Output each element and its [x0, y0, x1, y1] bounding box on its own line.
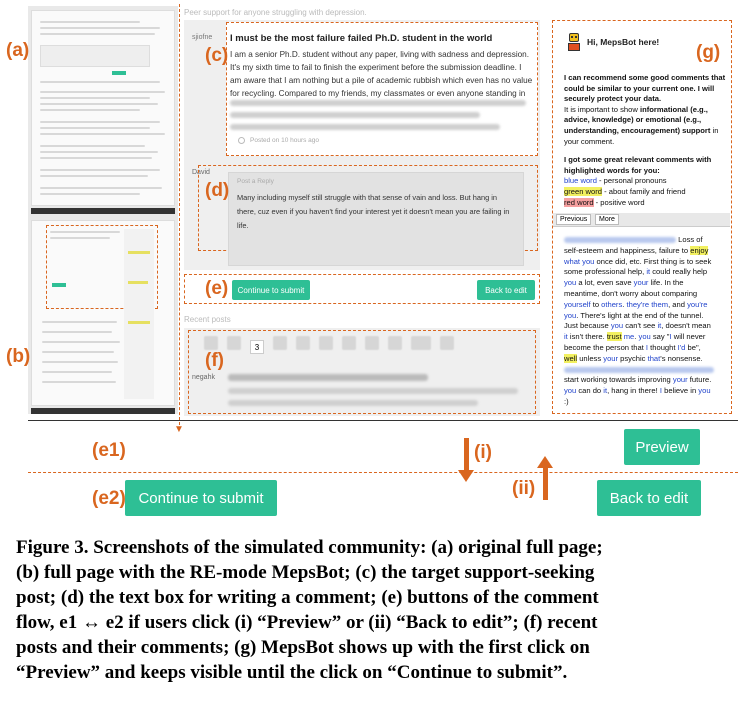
label-g: (g) [696, 42, 721, 63]
caption-line-5: posts and their comments; (g) MepsBot sh… [16, 637, 590, 658]
reply-text: Many including myself still struggle wit… [237, 193, 510, 230]
robot-icon [567, 33, 581, 51]
label-b: (b) [6, 346, 31, 367]
preview-button[interactable]: Preview [624, 429, 700, 465]
figure-caption: Figure 3. Screenshots of the simulated c… [16, 535, 741, 685]
down-arrow-icon [458, 438, 474, 482]
label-e1: (e1) [92, 440, 126, 461]
continue-to-submit-button[interactable]: Continue to submit [232, 280, 310, 300]
recent-post-author: negahk [192, 374, 215, 381]
bot-importance: It is important to show informational (e… [564, 104, 719, 146]
recent-posts-title: Recent posts [184, 315, 231, 324]
post-card: sjiofne I must be the most failure faile… [184, 20, 540, 162]
label-d: (d) [205, 180, 230, 201]
bot-highlight-intro: I got some great relevant comments with … [564, 155, 712, 175]
back-to-edit-button[interactable]: Back to edit [477, 280, 535, 300]
caption-line-2: (b) full page with the RE-mode MepsBot; … [16, 562, 595, 583]
label-c: (c) [205, 45, 229, 66]
continue-to-submit-button-large[interactable]: Continue to submit [125, 480, 277, 516]
thumbnail-original-page [31, 10, 175, 206]
mepsbot-panel: Hi, MepsBot here! I can recommend some g… [552, 20, 732, 414]
tab-more[interactable]: More [595, 214, 619, 225]
recent-posts-area: 3 negahk [184, 328, 540, 416]
label-e2: (e2) [92, 488, 126, 509]
thumbnail-mepsbot-page [31, 220, 175, 406]
clock-icon [238, 137, 245, 144]
post-author: sjiofne [192, 34, 213, 41]
label-f: (f) [205, 350, 224, 371]
legend-blue: blue word - personal pronouns [564, 176, 667, 186]
post-body: I am a senior Ph.D. student without any … [230, 50, 533, 98]
pagination[interactable]: 3 [204, 336, 504, 354]
label-a: (a) [6, 40, 30, 61]
reply-text-box[interactable]: Post a Reply Many including myself still… [228, 172, 524, 266]
caption-line-1: Figure 3. Screenshots of the simulated c… [16, 537, 603, 558]
post-time: Posted on 10 hours ago [250, 137, 320, 144]
reply-placeholder: Post a Reply [237, 178, 274, 185]
bot-recommended-comment: Loss of self-esteem and happiness, failu… [564, 235, 728, 408]
back-to-edit-button-large[interactable]: Back to edit [597, 480, 701, 516]
bot-greeting: Hi, MepsBot here! [587, 37, 660, 47]
current-page[interactable]: 3 [250, 340, 264, 354]
post-title: I must be the most failure failed Ph.D. … [230, 33, 493, 44]
header-strip: Peer support for anyone struggling with … [184, 8, 367, 17]
caption-line-4: flow, e1 ↔ e2 if users click (i) “Previe… [16, 612, 598, 633]
label-i: (i) [474, 442, 492, 463]
label-e: (e) [205, 278, 229, 299]
up-arrow-icon [537, 456, 553, 500]
reply-area: David Post a Reply Many including myself… [184, 162, 540, 270]
label-ii: (ii) [512, 478, 536, 499]
caption-line-6: “Preview” and keeps visible until the cl… [16, 662, 568, 683]
thumbnail-panel [28, 6, 178, 414]
bot-tab-bar: Previous More [553, 213, 730, 227]
caption-line-3: post; (d) the text box for writing a com… [16, 587, 599, 608]
bot-intro: I can recommend some good comments that … [564, 73, 726, 104]
tab-previous[interactable]: Previous [556, 214, 592, 225]
legend-green: green word - about family and friend [564, 186, 686, 196]
legend-red: red word - positive word [564, 197, 645, 207]
